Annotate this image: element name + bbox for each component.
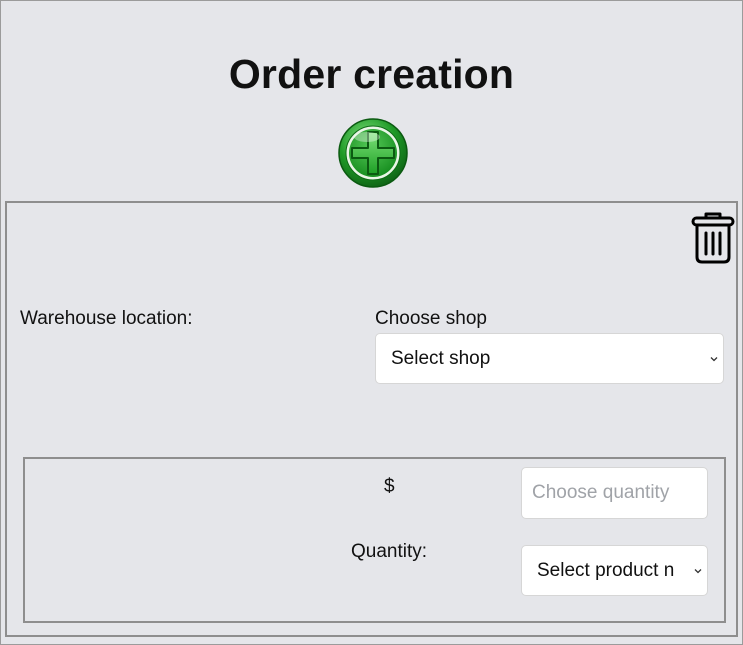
choose-shop-label: Choose shop (375, 308, 487, 329)
product-select[interactable]: Select product n (521, 545, 708, 596)
quantity-input[interactable] (521, 467, 708, 519)
quantity-label: Quantity: (351, 541, 428, 562)
warehouse-location-label: Warehouse location: (20, 308, 193, 329)
product-select-value: Select product n (537, 559, 675, 581)
shop-select[interactable]: Select shop (375, 333, 724, 384)
order-card: Warehouse location: Choose shop Select s… (5, 201, 738, 637)
delete-order-button[interactable] (691, 211, 735, 265)
trash-icon (691, 212, 735, 264)
page-title: Order creation (228, 51, 515, 97)
chevron-down-icon (709, 354, 719, 363)
product-card: $ Quantity: Select product n (23, 457, 726, 623)
add-order-plus-icon (338, 118, 408, 188)
shop-select-value: Select shop (391, 347, 491, 369)
product-price: $ (384, 476, 395, 497)
chevron-down-icon (693, 566, 703, 575)
order-creation-page: Order creation Warehouse location: Choos… (0, 0, 743, 645)
add-order-button[interactable] (337, 117, 409, 189)
